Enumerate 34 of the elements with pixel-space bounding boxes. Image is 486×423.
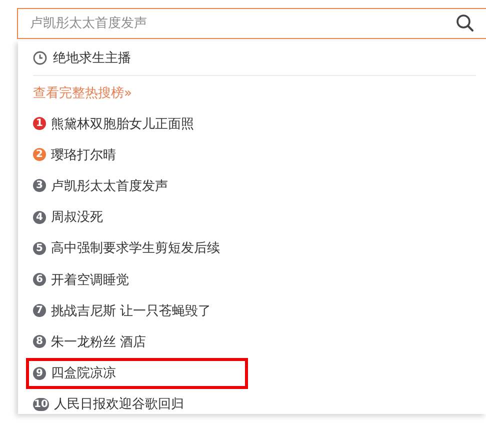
rank-badge: 5 [33, 242, 46, 255]
hot-search-item[interactable]: 6 开着空调睡觉 [33, 270, 129, 289]
hot-search-item[interactable]: 1 熊黛林双胞胎女儿正面照 [33, 114, 194, 133]
hot-search-item[interactable]: 9 四盒院凉凉 [29, 360, 245, 386]
hot-search-text: 朱一龙粉丝 酒店 [51, 334, 146, 351]
hot-search-text: 熊黛林双胞胎女儿正面照 [51, 116, 194, 133]
hot-search-text: 璎珞打尔晴 [51, 146, 116, 164]
clock-icon [33, 51, 47, 65]
hot-search-text: 人民日报欢迎谷歌回归 [54, 396, 184, 414]
hot-search-item[interactable]: 10 人民日报欢迎谷歌回归 [33, 395, 184, 414]
rank-badge: 1 [33, 117, 46, 130]
hot-search-text: 高中强制要求学生剪短发后续 [51, 240, 220, 258]
rank-badge: 2 [33, 148, 46, 162]
hot-search-text: 卢凯彤太太首度发声 [51, 178, 168, 195]
search-field[interactable]: 卢凯彤太太首度发声 [17, 8, 486, 39]
search-icon[interactable] [456, 14, 474, 32]
rank-badge: 4 [33, 210, 46, 224]
rank-badge: 9 [33, 366, 46, 380]
hot-search-text: 四盒院凉凉 [51, 365, 116, 382]
hot-search-text: 周叔没死 [51, 209, 103, 226]
rank-badge: 10 [33, 398, 49, 411]
hot-search-text: 开着空调睡觉 [51, 272, 129, 289]
hot-search-text: 挑战吉尼斯 让一只苍蝇毁了 [51, 302, 212, 320]
hot-search-item[interactable]: 5 高中强制要求学生剪短发后续 [33, 239, 220, 258]
rank-badge: 8 [33, 335, 46, 348]
rank-badge: 7 [33, 304, 46, 318]
hot-search-item[interactable]: 7 挑战吉尼斯 让一只苍蝇毁了 [33, 302, 212, 320]
hot-search-item[interactable]: 3 卢凯彤太太首度发声 [33, 176, 168, 195]
hot-search-item[interactable]: 2 璎珞打尔晴 [33, 146, 116, 164]
rank-badge: 3 [33, 179, 46, 192]
hot-search-item[interactable]: 8 朱一龙粉丝 酒店 [33, 332, 146, 351]
rank-badge: 6 [33, 273, 46, 286]
hot-search-item[interactable]: 4 周叔没死 [33, 208, 103, 226]
history-item[interactable]: 绝地求生主播 [53, 49, 131, 67]
